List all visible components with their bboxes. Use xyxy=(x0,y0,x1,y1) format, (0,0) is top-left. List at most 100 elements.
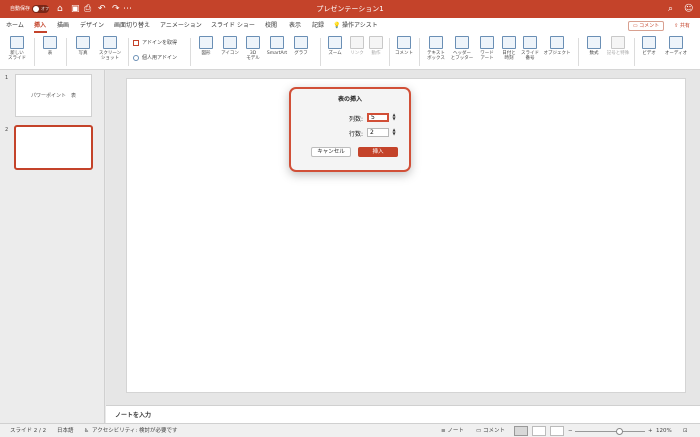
chevron-down-icon[interactable]: ▼ xyxy=(392,131,395,136)
autosave-toggle[interactable]: オフ xyxy=(32,5,49,13)
slide-number-button[interactable]: スライド 番号 xyxy=(520,36,540,61)
slide-number: 1 xyxy=(5,75,9,81)
photo-label: 写真 xyxy=(78,51,88,56)
tab-draw[interactable]: 描画 xyxy=(57,21,69,30)
rows-stepper[interactable]: ▲ ▼ xyxy=(391,128,397,137)
new-slide-button[interactable]: 新しい スライド xyxy=(5,36,29,61)
ribbon-divider xyxy=(128,38,129,66)
comments-toggle[interactable]: ▭ コメント xyxy=(476,427,505,435)
account-icon[interactable]: ☺ xyxy=(684,3,693,15)
ribbon-divider xyxy=(419,38,420,66)
tell-me[interactable]: 操作アシスト xyxy=(342,21,378,30)
header-footer-button[interactable]: ヘッダー とフッター xyxy=(450,36,474,61)
header-footer-label: ヘッダー とフッター xyxy=(450,51,474,61)
action-button[interactable]: 動作 xyxy=(367,36,385,56)
columns-input[interactable] xyxy=(367,113,389,122)
insert-button[interactable]: 挿入 xyxy=(358,147,398,157)
language-indicator[interactable]: 日本語 xyxy=(57,427,74,435)
insert-table-dialog: 表の挿入 列数: ▲▼ 行数: ▲▼ キャンセル 挿入 xyxy=(289,87,411,172)
link-button[interactable]: リンク xyxy=(347,36,367,56)
cancel-button[interactable]: キャンセル xyxy=(311,147,351,157)
comment-icon xyxy=(397,36,411,49)
zoom-slider-thumb[interactable] xyxy=(616,428,623,435)
reading-view-button[interactable] xyxy=(550,426,564,436)
tab-home[interactable]: ホーム xyxy=(6,21,24,30)
zoom-slider-track[interactable] xyxy=(575,431,645,432)
ribbon-divider xyxy=(578,38,579,66)
slide-thumbnail-pane: 1 パワーポイント 表 2 xyxy=(0,70,105,423)
object-icon xyxy=(550,36,564,49)
dialog-title: 表の挿入 xyxy=(337,96,362,103)
video-button[interactable]: ビデオ xyxy=(639,36,659,56)
tab-transitions[interactable]: 画面切り替え xyxy=(114,21,150,30)
shapes-label: 図形 xyxy=(201,51,211,56)
tab-animations[interactable]: アニメーション xyxy=(160,21,202,30)
symbol-button[interactable]: 記号と特殊 xyxy=(606,36,630,56)
zoom-out-icon[interactable]: − xyxy=(568,427,573,435)
3d-models-button[interactable]: 3D モデル xyxy=(243,36,263,61)
new-slide-icon xyxy=(10,36,24,49)
tab-slideshow[interactable]: スライド ショー xyxy=(211,21,255,30)
my-addins-button[interactable]: 個人用アドイン xyxy=(133,54,177,62)
smartart-button[interactable]: SmartArt xyxy=(265,36,289,56)
textbox-label: テキスト ボックス xyxy=(427,51,445,61)
notes-pane[interactable]: ノートを入力 xyxy=(106,405,700,423)
comment-button-label: コメント xyxy=(639,23,660,29)
tab-view[interactable]: 表示 xyxy=(289,21,301,30)
tab-design[interactable]: デザイン xyxy=(80,21,104,30)
get-addins-button[interactable]: アドインを取得 xyxy=(133,39,177,47)
comment-insert-button[interactable]: コメント xyxy=(393,36,415,56)
shapes-button[interactable]: 図形 xyxy=(195,36,217,56)
textbox-button[interactable]: テキスト ボックス xyxy=(424,36,448,61)
audio-button[interactable]: オーディオ xyxy=(662,36,690,56)
icons-button[interactable]: アイコン xyxy=(219,36,241,56)
wordart-button[interactable]: ワード アート xyxy=(476,36,498,61)
comment-icon: ▭ xyxy=(476,428,483,434)
search-icon[interactable]: ⌕ xyxy=(668,3,673,15)
slide-thumbnail-text: パワーポイント 表 xyxy=(30,93,76,99)
my-addins-label: 個人用アドイン xyxy=(142,55,178,61)
object-label: オブジェクト xyxy=(543,51,571,56)
accessibility-status[interactable]: アクセシビリティ: 検討が必要です xyxy=(92,427,178,435)
photo-button[interactable]: 写真 xyxy=(72,36,94,56)
comment-insert-label: コメント xyxy=(395,51,413,56)
ribbon-divider xyxy=(320,38,321,66)
columns-stepper[interactable]: ▲ ▼ xyxy=(391,113,397,122)
share-button[interactable]: ⇪ 共有 xyxy=(669,21,695,31)
redo-icon[interactable]: ↷ xyxy=(112,3,120,15)
table-button[interactable]: 表 xyxy=(39,36,61,56)
slide-sorter-button[interactable] xyxy=(532,426,546,436)
screenshot-button[interactable]: スクリーン ショット xyxy=(96,36,124,61)
slide-number-label: スライド 番号 xyxy=(521,51,539,61)
slide-thumbnail-1[interactable]: パワーポイント 表 xyxy=(15,74,92,117)
zoom-level[interactable]: 120% xyxy=(656,427,672,435)
table-label: 表 xyxy=(47,51,53,56)
date-time-button[interactable]: 日付と 時刻 xyxy=(499,36,519,61)
object-button[interactable]: オブジェクト xyxy=(542,36,572,56)
home-icon[interactable]: ⌂ xyxy=(57,3,63,15)
tab-review[interactable]: 校閲 xyxy=(265,21,277,30)
undo-icon[interactable]: ↶ xyxy=(98,3,106,15)
comment-button[interactable]: ▭ コメント xyxy=(628,21,664,31)
print-icon[interactable]: ⎙ xyxy=(84,3,91,15)
save-icon[interactable]: ▣ xyxy=(71,3,80,15)
zoom-button[interactable]: ズーム xyxy=(325,36,345,56)
notes-toggle[interactable]: ≡ ノート xyxy=(441,427,464,435)
table-icon xyxy=(43,36,57,49)
normal-view-button[interactable] xyxy=(514,426,528,436)
screenshot-icon xyxy=(103,36,117,49)
slide-counter: スライド 2 / 2 xyxy=(10,428,47,434)
chart-button[interactable]: グラフ xyxy=(291,36,311,56)
ribbon-divider xyxy=(634,38,635,66)
slide-thumbnail-2[interactable] xyxy=(14,125,93,170)
rows-input[interactable] xyxy=(367,128,389,137)
fit-slide-icon[interactable]: ⊡ xyxy=(683,427,688,435)
equation-button[interactable]: 数式 xyxy=(583,36,605,56)
chevron-down-icon[interactable]: ▼ xyxy=(392,116,395,121)
ribbon-divider xyxy=(34,38,35,66)
more-icon[interactable]: ⋯ xyxy=(123,3,132,15)
tab-insert[interactable]: 挿入 xyxy=(34,21,46,30)
date-time-label: 日付と 時刻 xyxy=(502,51,516,61)
zoom-in-icon[interactable]: + xyxy=(648,427,653,435)
tab-record[interactable]: 記録 xyxy=(312,21,324,30)
